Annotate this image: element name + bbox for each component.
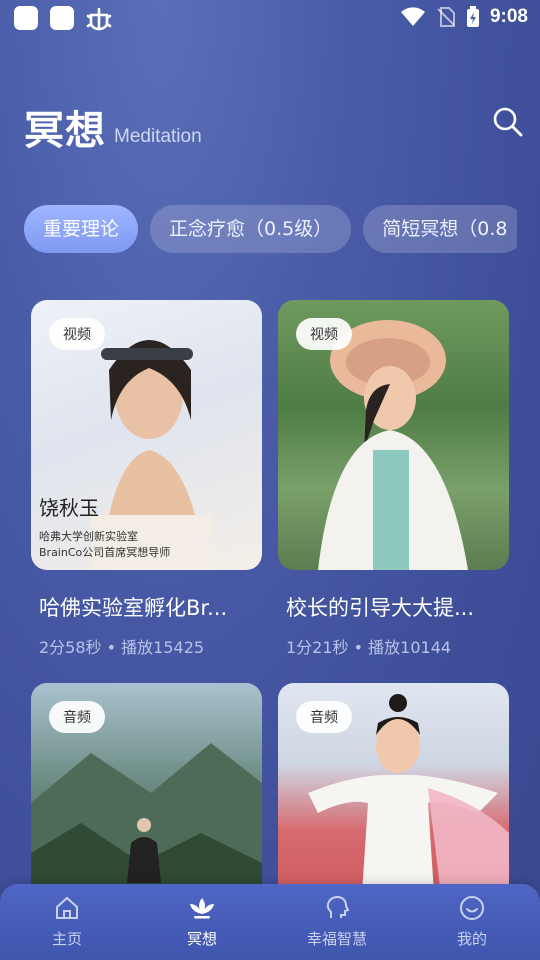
play-count: 播放10144: [368, 638, 452, 657]
wifi-icon: [400, 7, 425, 27]
overlay-affiliation: 哈弗大学创新实验室: [39, 530, 138, 543]
card-title[interactable]: 校长的引导大大提...: [286, 592, 501, 622]
content-card[interactable]: 视频 校长的引导大大提... 1分21秒 • 播放10144: [278, 300, 509, 658]
card-thumbnail[interactable]: 视频: [278, 300, 509, 570]
page-subtitle: Meditation: [114, 126, 202, 147]
card-thumbnail[interactable]: 视频 饶秋玉 哈弗大学创新实验室 BrainCo公司首席冥想导师: [31, 300, 262, 570]
media-type-badge: 音频: [49, 701, 105, 733]
play-count: 播放15425: [121, 638, 205, 657]
overlay-role: BrainCo公司首席冥想导师: [39, 546, 171, 559]
tab-happiness-wisdom[interactable]: 幸福智慧: [287, 894, 387, 949]
search-button[interactable]: [492, 106, 524, 138]
home-icon: [56, 896, 78, 919]
page-header: 冥想 Meditation: [24, 98, 524, 158]
category-tabs: 重要理论 正念疗愈（0.5级） 简短冥想（0.8: [24, 205, 517, 257]
page-title: 冥想: [24, 108, 106, 154]
tab-label: 我的: [456, 930, 487, 948]
content-card[interactable]: 视频 饶秋玉 哈弗大学创新实验室 BrainCo公司首席冥想导师 哈佛实验室孵化…: [31, 300, 262, 658]
status-bar: 9:08: [0, 0, 540, 38]
head-icon: [326, 895, 350, 918]
tab-label: 幸福智慧: [306, 930, 367, 948]
duration: 1分21秒: [286, 638, 349, 657]
lotus-icon: [190, 898, 214, 919]
battery-icon: [466, 6, 479, 27]
card-meta: 1分21秒 • 播放10144: [286, 634, 509, 658]
overlay-name: 饶秋玉: [39, 496, 99, 520]
tab-short-meditation[interactable]: 简短冥想（0.8: [363, 205, 517, 253]
meta-separator: •: [353, 638, 364, 657]
media-type-badge: 音频: [296, 701, 352, 733]
tab-important-theory[interactable]: 重要理论: [24, 205, 139, 253]
tab-label: 冥想: [186, 930, 217, 948]
search-icon: [493, 107, 523, 137]
card-meta: 2分58秒 • 播放15425: [39, 634, 262, 658]
bug-icon: [86, 7, 112, 31]
no-sim-icon: [437, 7, 455, 27]
app-notification-icon: [14, 6, 38, 30]
tab-profile[interactable]: 我的: [422, 894, 522, 949]
tab-mindfulness-healing[interactable]: 正念疗愈（0.5级）: [150, 205, 352, 253]
tab-meditation[interactable]: 冥想: [152, 894, 252, 949]
clock: 9:08: [489, 6, 528, 27]
smile-icon: [460, 896, 484, 920]
duration: 2分58秒: [39, 638, 102, 657]
media-type-badge: 视频: [49, 318, 105, 350]
card-title[interactable]: 哈佛实验室孵化Br...: [39, 592, 254, 622]
tab-label: 主页: [51, 930, 82, 948]
media-type-badge: 视频: [296, 318, 352, 350]
meta-separator: •: [106, 638, 117, 657]
bottom-tab-bar: 主页 冥想 幸福智慧 我的: [0, 884, 540, 960]
app-notification-icon: [50, 6, 74, 30]
tab-home[interactable]: 主页: [17, 894, 117, 949]
